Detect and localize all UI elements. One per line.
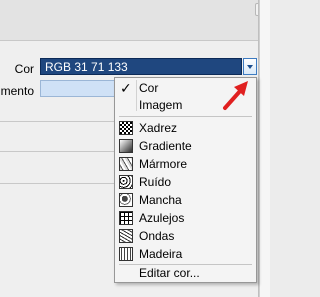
menu-item-label: Ruído [139, 175, 172, 189]
partial-label: mento [0, 84, 34, 98]
menu-item-label: Cor [139, 81, 159, 95]
divider [0, 40, 258, 41]
tiles-icon [119, 211, 133, 225]
divider [0, 121, 114, 122]
menu-item-label: Editar cor... [139, 266, 200, 280]
menu-item-xadrez[interactable]: Xadrez [115, 119, 256, 137]
noise-icon [119, 175, 133, 189]
menu-item-label: Mármore [139, 157, 188, 171]
menu-item-label: Madeira [139, 247, 183, 261]
color-dropdown-button[interactable] [243, 58, 257, 75]
wood-icon [119, 247, 133, 261]
menu-item-label: Gradiente [139, 139, 192, 153]
menu-item-marmore[interactable]: Mármore [115, 155, 256, 173]
menu-item-ruido[interactable]: Ruído [115, 173, 256, 191]
menu-item-madeira[interactable]: Madeira [115, 245, 256, 263]
menu-item-label: Mancha [139, 193, 182, 207]
menu-item-azulejos[interactable]: Azulejos [115, 209, 256, 227]
stain-icon [119, 193, 133, 207]
checkmark-icon: ✓ [120, 80, 132, 96]
divider [0, 151, 114, 152]
cor-label: Cor [14, 62, 34, 76]
gradient-icon [119, 139, 133, 153]
menu-item-ondas[interactable]: Ondas [115, 227, 256, 245]
menu-item-label: Azulejos [139, 211, 185, 225]
menu-item-label: Xadrez [139, 121, 178, 135]
scrollbar[interactable] [259, 0, 270, 297]
menu-item-gradiente[interactable]: Gradiente [115, 137, 256, 155]
color-value-field[interactable]: RGB 31 71 133 [40, 58, 242, 75]
menu-item-editar-cor[interactable]: Editar cor... [115, 264, 256, 282]
menu-item-label: Ondas [139, 229, 175, 243]
annotation-arrow-icon [221, 78, 253, 112]
panel-header-area [0, 0, 270, 40]
marble-icon [119, 157, 133, 171]
menu-item-mancha[interactable]: Mancha [115, 191, 256, 209]
waves-icon [119, 229, 133, 243]
divider [0, 183, 114, 184]
menu-item-label: Imagem [139, 98, 183, 112]
menu-separator [119, 116, 252, 117]
checkerboard-icon [119, 121, 133, 135]
secondary-input[interactable] [40, 80, 118, 97]
